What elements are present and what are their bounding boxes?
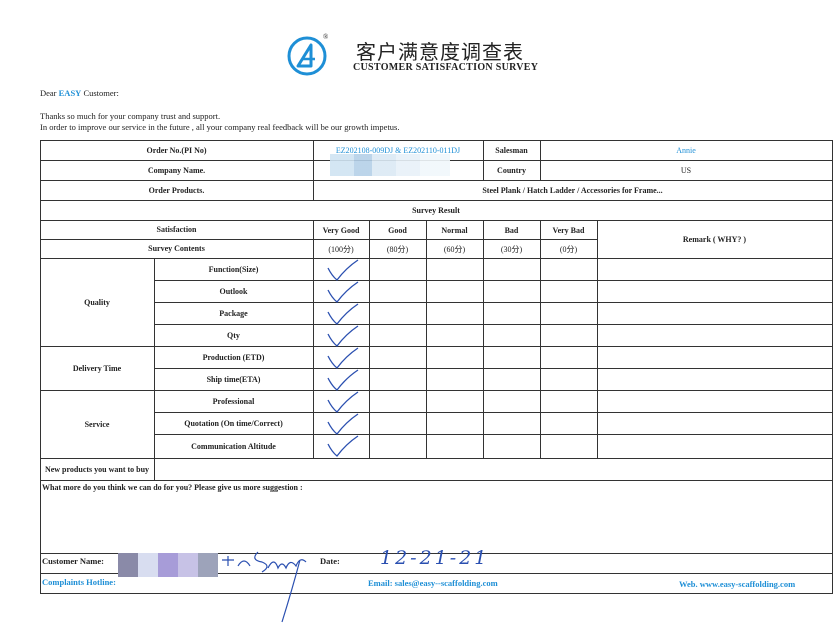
checkmark-icon xyxy=(327,303,359,325)
checkmark-icon xyxy=(327,435,359,457)
checkmark-icon xyxy=(327,325,359,347)
handwriting-layer xyxy=(222,259,359,623)
checkmark-icon xyxy=(327,413,359,435)
checkmark-icon xyxy=(327,259,359,281)
checkmark-icon xyxy=(327,347,359,369)
signature-scribble xyxy=(222,551,307,623)
checkmark-icon xyxy=(327,281,359,303)
checkmark-icon xyxy=(327,391,359,413)
checkmark-icon xyxy=(327,369,359,391)
